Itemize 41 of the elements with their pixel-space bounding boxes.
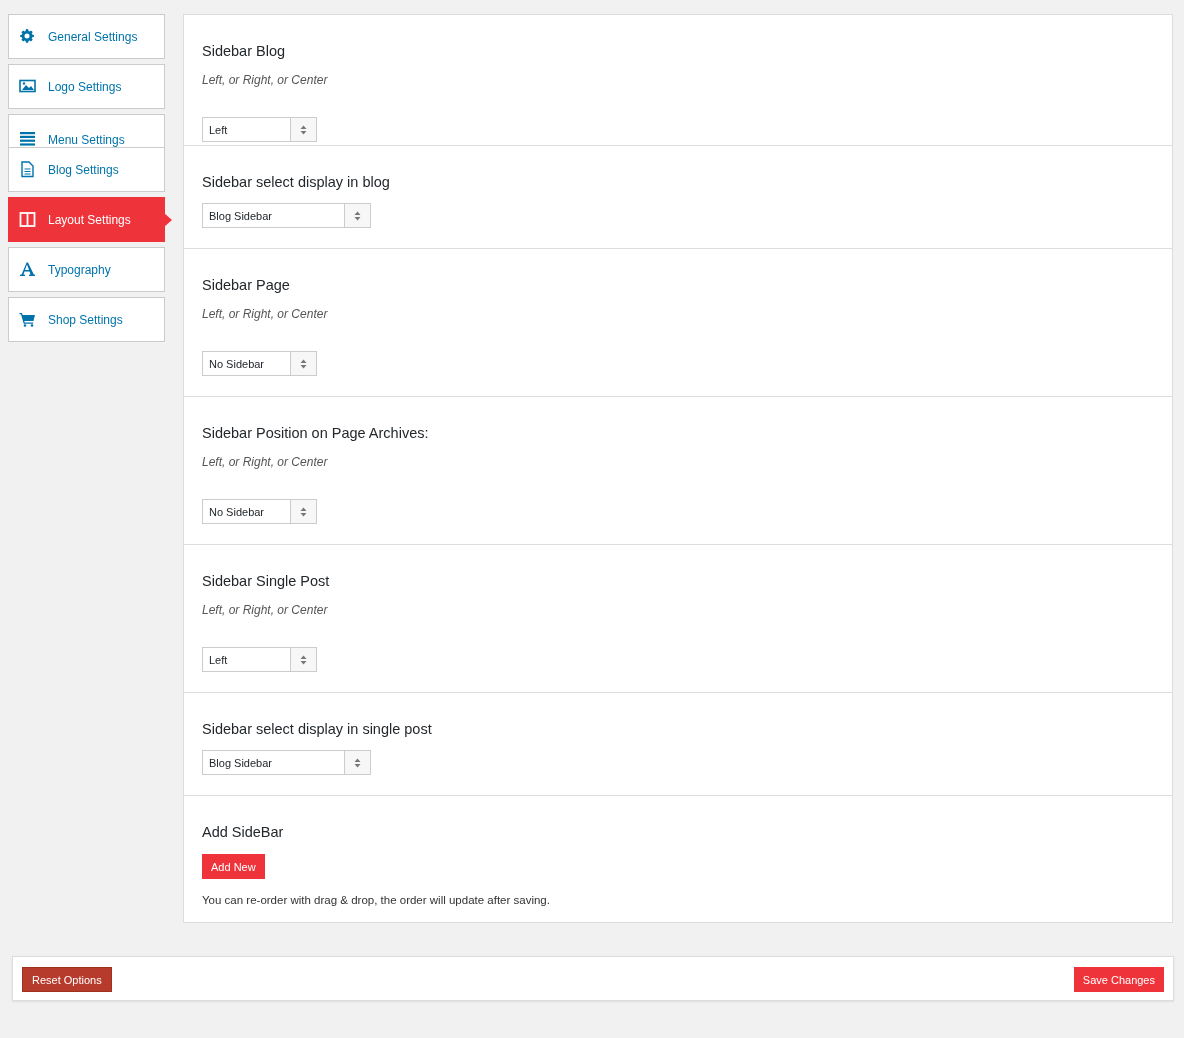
setting-title: Sidebar Blog	[202, 43, 286, 59]
setting-title: Sidebar Single Post	[202, 573, 330, 589]
setting-description: Left, or Right, or Center	[202, 603, 329, 617]
sort-arrows-icon	[300, 506, 307, 517]
setting-title: Sidebar Page	[202, 277, 290, 293]
setting-title: Add SideBar	[202, 824, 284, 840]
sidebar-tab[interactable]: General Settings	[8, 14, 165, 59]
select-dropdown[interactable]: No Sidebar	[202, 351, 317, 376]
select-dropdown[interactable]: Blog Sidebar	[202, 203, 371, 228]
reset-options-button[interactable]: Reset Options	[22, 967, 112, 992]
sidebar-tab[interactable]: Typography	[8, 247, 165, 292]
setting-title: Sidebar select display in single post	[202, 721, 432, 737]
sort-arrows-icon	[300, 124, 307, 135]
select-dropdown[interactable]: Left	[202, 117, 317, 142]
letter-icon	[19, 261, 36, 278]
sidebar-tab[interactable]: Menu Settings	[8, 114, 165, 147]
save-changes-button[interactable]: Save Changes	[1073, 967, 1164, 992]
image-icon	[19, 78, 36, 95]
setting-title: Sidebar Position on Page Archives:	[202, 425, 429, 441]
sort-arrows-icon	[354, 210, 361, 221]
setting-title: Sidebar select display in blog	[202, 174, 390, 190]
setting-description: Left, or Right, or Center	[202, 455, 329, 469]
select-dropdown[interactable]: Blog Sidebar	[202, 750, 371, 775]
setting-description: Left, or Right, or Center	[202, 307, 329, 321]
sort-arrows-icon	[300, 358, 307, 369]
select-dropdown[interactable]: No Sidebar	[202, 499, 317, 524]
cart-icon	[19, 311, 36, 328]
columns-icon	[19, 211, 36, 228]
setting-description: Left, or Right, or Center	[202, 73, 329, 87]
sidebar-tab[interactable]: Logo Settings	[8, 64, 165, 109]
add-new-button[interactable]: Add New	[202, 854, 265, 879]
pointer-icon	[164, 213, 172, 227]
sidebar-tab[interactable]: Shop Settings	[8, 297, 165, 342]
document-icon	[19, 161, 36, 178]
help-text: You can re-order with drag & drop, the order will update after saving.	[202, 894, 551, 906]
sort-arrows-icon	[354, 757, 361, 768]
menu-icon	[19, 130, 36, 147]
select-dropdown[interactable]: Left	[202, 647, 317, 672]
settings-icon	[19, 28, 36, 45]
sidebar-tab[interactable]: Blog Settings	[8, 147, 165, 192]
sort-arrows-icon	[300, 654, 307, 665]
